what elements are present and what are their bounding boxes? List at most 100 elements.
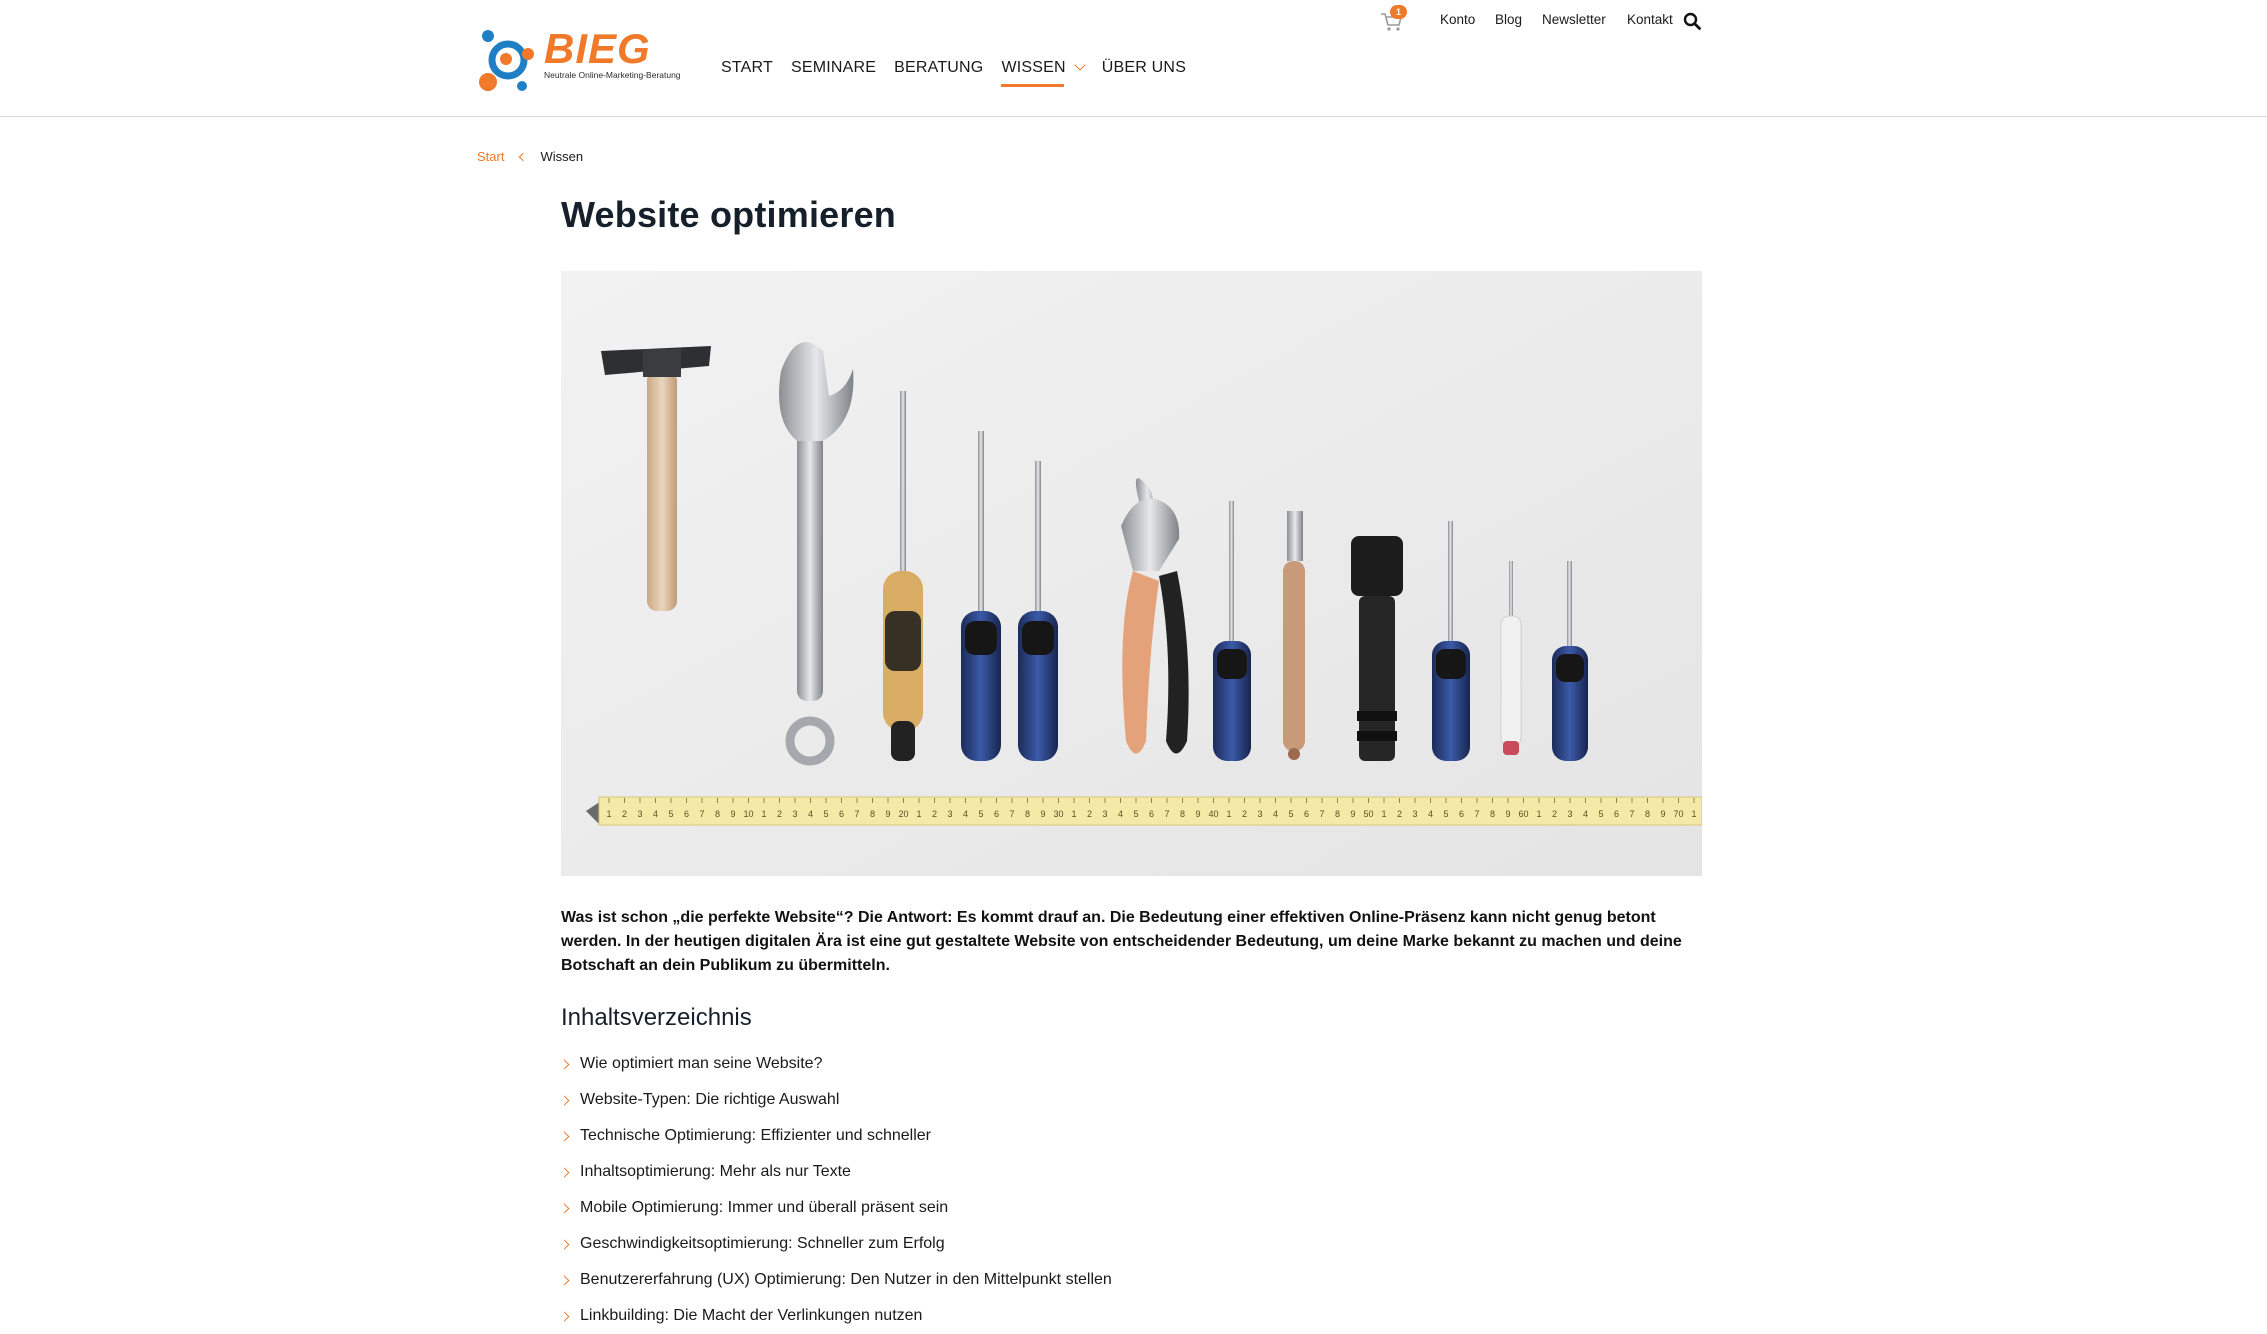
page-title: Website optimieren [561, 194, 897, 235]
tape-number: 6 [1614, 809, 1619, 819]
tape-number: 1 [1536, 809, 1541, 819]
tape-number: 2 [1087, 809, 1092, 819]
site-header: BIEG Neutrale Online-Marketing-Beratung … [0, 0, 2267, 117]
intro-paragraph: Was ist schon „die perfekte Website“? Di… [561, 906, 1702, 978]
nav-item-seminare[interactable]: SEMINARE [791, 59, 876, 77]
tape-number: 8 [715, 809, 720, 819]
chevron-right-icon [559, 1239, 570, 1249]
tape-number: 20 [898, 809, 908, 819]
tape-number: 5 [978, 809, 983, 819]
newsletter-link[interactable]: Newsletter [1542, 12, 1606, 27]
tape-number: 6 [1149, 809, 1154, 819]
konto-link[interactable]: Konto [1440, 12, 1475, 27]
tape-number: 8 [1335, 809, 1340, 819]
toc-item-label: Mobile Optimierung: Immer und überall pr… [580, 1199, 949, 1216]
tape-number: 5 [1598, 809, 1603, 819]
tape-number: 7 [1009, 809, 1014, 819]
tape-number: 1 [1071, 809, 1076, 819]
tape-number: 10 [743, 809, 753, 819]
tape-number: 4 [653, 809, 658, 819]
tape-number: 2 [1397, 809, 1402, 819]
toc-item[interactable]: Geschwindigkeitsoptimierung: Schneller z… [559, 1226, 1112, 1262]
tape-number: 4 [1118, 809, 1123, 819]
toc-item[interactable]: Wie optimiert man seine Website? [559, 1046, 1112, 1082]
tape-number: 6 [994, 809, 999, 819]
tape-number: 8 [870, 809, 875, 819]
tape-number: 7 [1629, 809, 1634, 819]
tape-number: 4 [1273, 809, 1278, 819]
nav-item-beratung[interactable]: BERATUNG [894, 59, 983, 77]
tape-number: 3 [947, 809, 952, 819]
tape-number: 4 [963, 809, 968, 819]
logo[interactable]: BIEG Neutrale Online-Marketing-Beratung [476, 24, 681, 94]
tape-number: 1 [761, 809, 766, 819]
tape-number: 7 [854, 809, 859, 819]
tape-number: 8 [1180, 809, 1185, 819]
tape-number: 9 [1195, 809, 1200, 819]
tape-number: 5 [668, 809, 673, 819]
intro-bold: Was ist schon „die perfekte Website“? [561, 909, 854, 926]
tape-number: 9 [1350, 809, 1355, 819]
toc-item[interactable]: Mobile Optimierung: Immer und überall pr… [559, 1190, 1112, 1226]
tape-number: 40 [1208, 809, 1218, 819]
tape-number: 1 [606, 809, 611, 819]
nav-item-ueber-uns[interactable]: ÜBER UNS [1102, 59, 1186, 77]
tape-number: 7 [1474, 809, 1479, 819]
tape-number: 6 [1459, 809, 1464, 819]
tape-number: 5 [1443, 809, 1448, 819]
kontakt-link[interactable]: Kontakt [1627, 12, 1673, 27]
tape-number: 3 [1257, 809, 1262, 819]
tape-number: 8 [1490, 809, 1495, 819]
tape-number: 9 [1660, 809, 1665, 819]
toc-item[interactable]: Website-Typen: Die richtige Auswahl [559, 1082, 1112, 1118]
tape-number: 9 [1505, 809, 1510, 819]
chevron-right-icon [559, 1059, 570, 1069]
tape-number: 70 [1673, 809, 1683, 819]
toc-item-label: Geschwindigkeitsoptimierung: Schneller z… [580, 1235, 945, 1252]
chevron-right-icon [559, 1203, 570, 1213]
toc-item-label: Website-Typen: Die richtige Auswahl [580, 1091, 840, 1108]
tape-number: 1 [916, 809, 921, 819]
nav-item-wissen-label: WISSEN [1001, 59, 1066, 76]
toc-item[interactable]: Benutzererfahrung (UX) Optimierung: Den … [559, 1262, 1112, 1298]
tape-number: 2 [1552, 809, 1557, 819]
chevron-right-icon [559, 1311, 570, 1321]
breadcrumb-start-link[interactable]: Start [477, 149, 504, 164]
logo-wordmark: BIEG [544, 25, 651, 72]
toc-item[interactable]: Linkbuilding: Die Macht der Verlinkungen… [559, 1298, 1112, 1334]
nav-item-wissen[interactable]: WISSEN [1001, 59, 1086, 87]
tape-number: 5 [823, 809, 828, 819]
tape-number: 30 [1053, 809, 1063, 819]
chevron-left-icon [519, 152, 528, 161]
tape-number: 3 [792, 809, 797, 819]
toc-item[interactable]: Technische Optimierung: Effizienter und … [559, 1118, 1112, 1154]
chevron-right-icon [559, 1131, 570, 1141]
tape-number: 4 [808, 809, 813, 819]
tape-number: 2 [777, 809, 782, 819]
logo-mark-icon [479, 30, 534, 91]
chevron-right-icon [559, 1095, 570, 1105]
tape-number: 4 [1583, 809, 1588, 819]
tape-number: 6 [1304, 809, 1309, 819]
measuring-tape-icon: 1 2 3 4 5 6 7 8 9 10 1 2 3 4 5 6 7 8 9 20 1 2 3 4 5 6 7 8 9 30 1 2 3 4 5 6 7… [586, 796, 1702, 826]
tape-number: 9 [730, 809, 735, 819]
tape-number: 9 [885, 809, 890, 819]
blog-link[interactable]: Blog [1495, 12, 1522, 27]
hero-image: 1 2 3 4 5 6 7 8 9 10 1 2 3 4 5 6 7 8 9 20 1 2 3 4 5 6 7 8 9 30 1 2 3 4 5 6 7… [561, 271, 1702, 876]
tape-number: 1 [1381, 809, 1386, 819]
chevron-down-icon [1074, 59, 1086, 71]
search-icon[interactable] [1683, 12, 1701, 30]
toc-item[interactable]: Inhaltsoptimierung: Mehr als nur Texte [559, 1154, 1112, 1190]
toc-item-label: Linkbuilding: Die Macht der Verlinkungen… [580, 1307, 923, 1324]
chevron-right-icon [559, 1275, 570, 1285]
tape-number: 3 [1412, 809, 1417, 819]
tape-number: 3 [1567, 809, 1572, 819]
tape-number: 3 [637, 809, 642, 819]
main-nav: START SEMINARE BERATUNG WISSEN ÜBER UNS [721, 56, 1204, 87]
tape-number: 7 [1319, 809, 1324, 819]
nav-item-start[interactable]: START [721, 59, 773, 77]
tools-illustration: 1 2 3 4 5 6 7 8 9 10 1 2 3 4 5 6 7 8 9 20 1 2 3 4 5 6 7 8 9 30 1 2 3 4 5 6 7… [561, 271, 1702, 876]
tape-number: 5 [1133, 809, 1138, 819]
tape-number: 8 [1025, 809, 1030, 819]
toc-title: Inhaltsverzeichnis [561, 1004, 752, 1031]
